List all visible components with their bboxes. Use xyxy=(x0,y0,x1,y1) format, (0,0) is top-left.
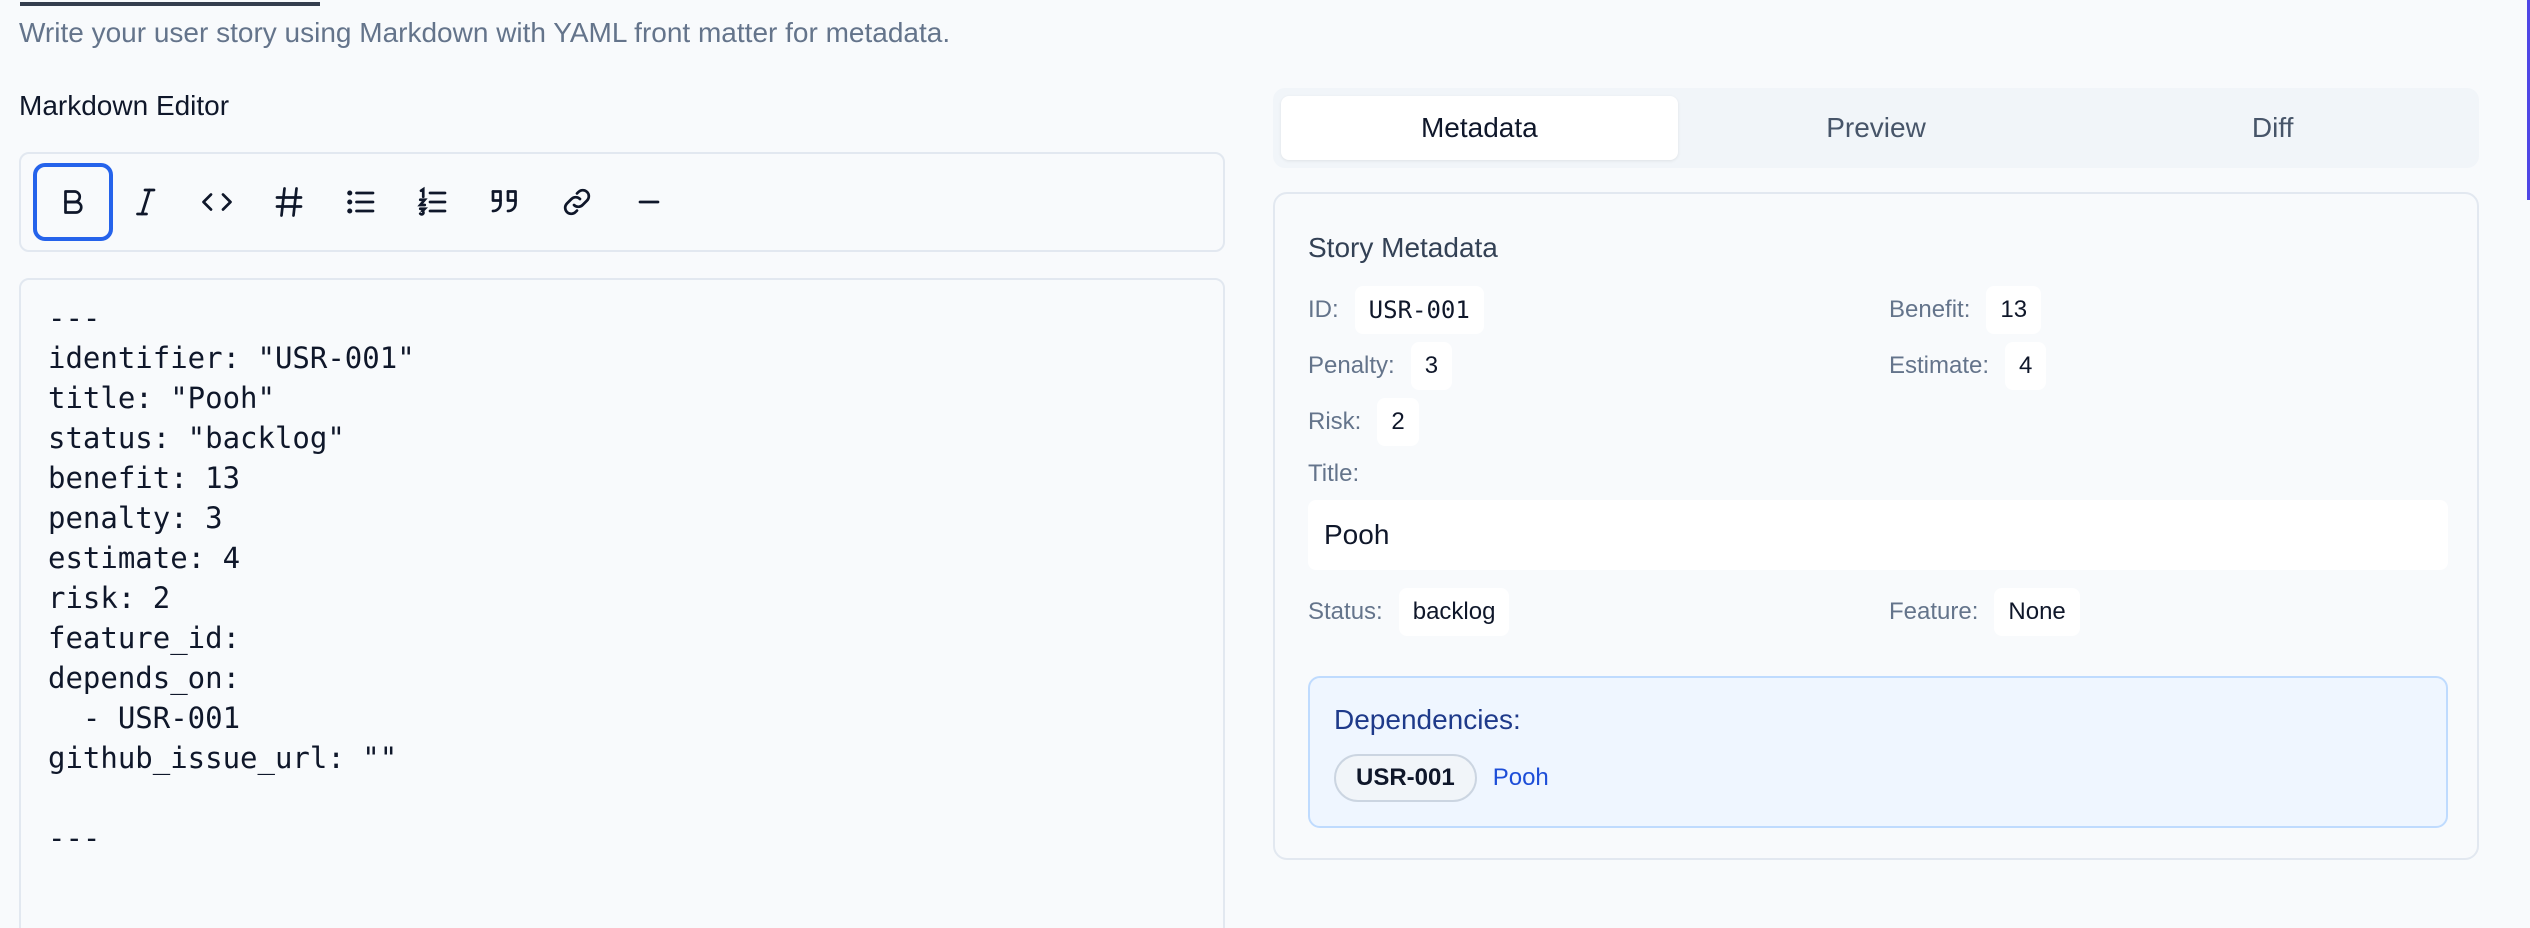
tab-metadata[interactable]: Metadata xyxy=(1281,96,1678,160)
status-value: backlog xyxy=(1398,588,1510,636)
bold-icon xyxy=(64,190,83,214)
id-value: USR-001 xyxy=(1354,286,1484,334)
id-label: ID: xyxy=(1308,296,1339,323)
quote-button[interactable] xyxy=(469,165,541,239)
estimate-label: Estimate: xyxy=(1889,352,1990,379)
quote-icon xyxy=(491,190,517,213)
code-button[interactable] xyxy=(181,165,253,239)
id-field: ID: USR-001 xyxy=(1308,286,1484,334)
dependencies-heading: Dependencies: xyxy=(1334,704,1521,735)
bold-button[interactable] xyxy=(33,163,113,241)
markdown-editor-textarea[interactable]: --- identifier: "USR-001" title: "Pooh" … xyxy=(19,278,1225,928)
benefit-value: 13 xyxy=(1986,286,2042,334)
title-field[interactable]: Pooh xyxy=(1308,500,2448,570)
dependency-title-link[interactable]: Pooh xyxy=(1493,764,1549,792)
feature-label: Feature: xyxy=(1889,598,1979,625)
editor-label: Markdown Editor xyxy=(19,90,230,121)
dependencies-panel: Dependencies: USR-001 Pooh xyxy=(1308,676,2448,828)
penalty-label: Penalty: xyxy=(1308,352,1395,379)
heading-button[interactable] xyxy=(253,165,325,239)
benefit-field: Benefit: 13 xyxy=(1889,286,2042,334)
benefit-label: Benefit: xyxy=(1889,296,1971,323)
code-icon xyxy=(202,193,232,211)
penalty-value: 3 xyxy=(1410,342,1453,390)
horizontal-rule-icon xyxy=(638,200,660,204)
italic-button[interactable] xyxy=(109,165,181,239)
dependency-id-chip: USR-001 xyxy=(1334,754,1477,802)
page-subtitle: Write your user story using Markdown wit… xyxy=(19,17,951,48)
view-tabs: Metadata Preview Diff xyxy=(1273,88,2479,168)
horizontal-rule-button[interactable] xyxy=(613,165,685,239)
numbered-list-button[interactable] xyxy=(397,165,469,239)
feature-field: Feature: None xyxy=(1889,588,2080,636)
feature-value: None xyxy=(1994,588,2080,636)
tab-diff[interactable]: Diff xyxy=(2074,96,2471,160)
numbered-list-icon xyxy=(417,186,447,216)
tab-preview[interactable]: Preview xyxy=(1678,96,2075,160)
title-label-row: Title: xyxy=(1308,460,1359,488)
risk-field: Risk: 2 xyxy=(1308,398,1419,446)
editor-content[interactable]: --- identifier: "USR-001" title: "Pooh" … xyxy=(48,298,1196,858)
bullet-list-button[interactable] xyxy=(325,165,397,239)
story-metadata-card: Story Metadata ID: USR-001 Benefit: 13 P… xyxy=(1273,192,2479,860)
italic-icon xyxy=(136,188,156,216)
metadata-heading: Story Metadata xyxy=(1308,232,1498,263)
markdown-toolbar xyxy=(19,152,1225,252)
status-label: Status: xyxy=(1308,598,1383,625)
estimate-value: 4 xyxy=(2005,342,2047,390)
status-field: Status: backlog xyxy=(1308,588,1510,636)
estimate-field: Estimate: 4 xyxy=(1889,342,2047,390)
bullet-list-icon xyxy=(347,190,375,214)
risk-value: 2 xyxy=(1377,398,1419,446)
heading-icon xyxy=(275,187,303,217)
penalty-field: Penalty: 3 xyxy=(1308,342,1453,390)
title-label: Title: xyxy=(1308,460,1360,487)
link-button[interactable] xyxy=(541,165,613,239)
page-heading-remnant xyxy=(20,0,320,6)
risk-label: Risk: xyxy=(1308,408,1362,435)
link-icon xyxy=(563,188,591,216)
dependency-item: USR-001 Pooh xyxy=(1334,754,2422,802)
